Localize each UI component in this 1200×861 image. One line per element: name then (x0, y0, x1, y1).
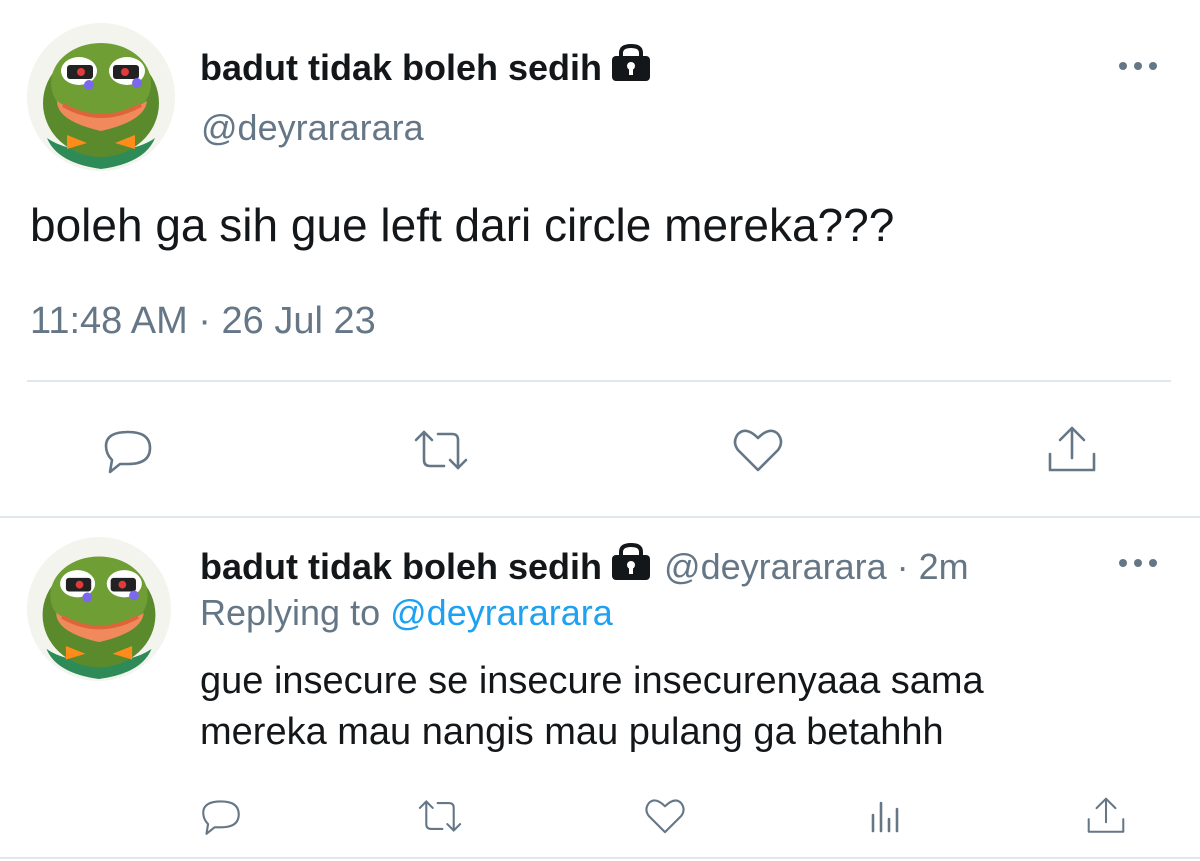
like-button[interactable] (640, 793, 690, 839)
reply-author-row: badut tidak boleh sedih @deyrararara · 2… (200, 542, 969, 590)
reply-icon (202, 800, 240, 835)
reply-author-name[interactable]: badut tidak boleh sedih (200, 546, 602, 588)
reply-avatar[interactable] (27, 537, 171, 681)
reply-text-line-1: gue insecure se insecure insecurenyaaa s… (200, 660, 984, 702)
reply-icon (104, 430, 152, 474)
retweet-icon (414, 430, 468, 470)
bottom-divider (0, 857, 1200, 859)
reply-text-line-2: mereka mau nangis mau pulang ga betahhh (200, 711, 944, 753)
lock-icon (608, 542, 654, 590)
lock-icon (608, 43, 654, 91)
author-name[interactable]: badut tidak boleh sedih (200, 43, 654, 91)
section-divider (0, 516, 1200, 518)
replying-to-label: Replying to (200, 592, 381, 633)
avatar[interactable] (27, 23, 175, 171)
retweet-icon (418, 800, 462, 832)
reply-button[interactable] (100, 422, 156, 478)
author-display-name[interactable]: badut tidak boleh sedih (200, 47, 602, 89)
like-icon (645, 799, 685, 834)
analytics-button[interactable] (862, 793, 908, 839)
pepe-avatar-image (27, 537, 171, 681)
more-icon[interactable] (1116, 56, 1160, 81)
replying-to-link[interactable]: @deyrararara (390, 592, 613, 633)
share-icon (1048, 426, 1096, 472)
analytics-icon (871, 801, 899, 833)
divider (27, 380, 1171, 382)
replying-to: Replying to @deyrararara (200, 592, 613, 634)
reply-handle-time[interactable]: @deyrararara · 2m (664, 546, 969, 588)
share-icon (1087, 797, 1125, 833)
tweet-timestamp[interactable]: 11:48 AM · 26 Jul 23 (30, 300, 376, 343)
share-button[interactable] (1042, 422, 1102, 478)
tweet-text: boleh ga sih gue left dari circle mereka… (30, 199, 895, 251)
retweet-button[interactable] (414, 793, 466, 839)
pepe-avatar-image (27, 23, 175, 171)
more-icon[interactable] (1116, 553, 1160, 578)
retweet-button[interactable] (410, 422, 472, 478)
like-button[interactable] (728, 422, 788, 478)
author-handle[interactable]: @deyrararara (201, 107, 424, 149)
like-icon (733, 429, 783, 472)
share-button[interactable] (1082, 793, 1130, 839)
reply-button[interactable] (198, 793, 244, 839)
